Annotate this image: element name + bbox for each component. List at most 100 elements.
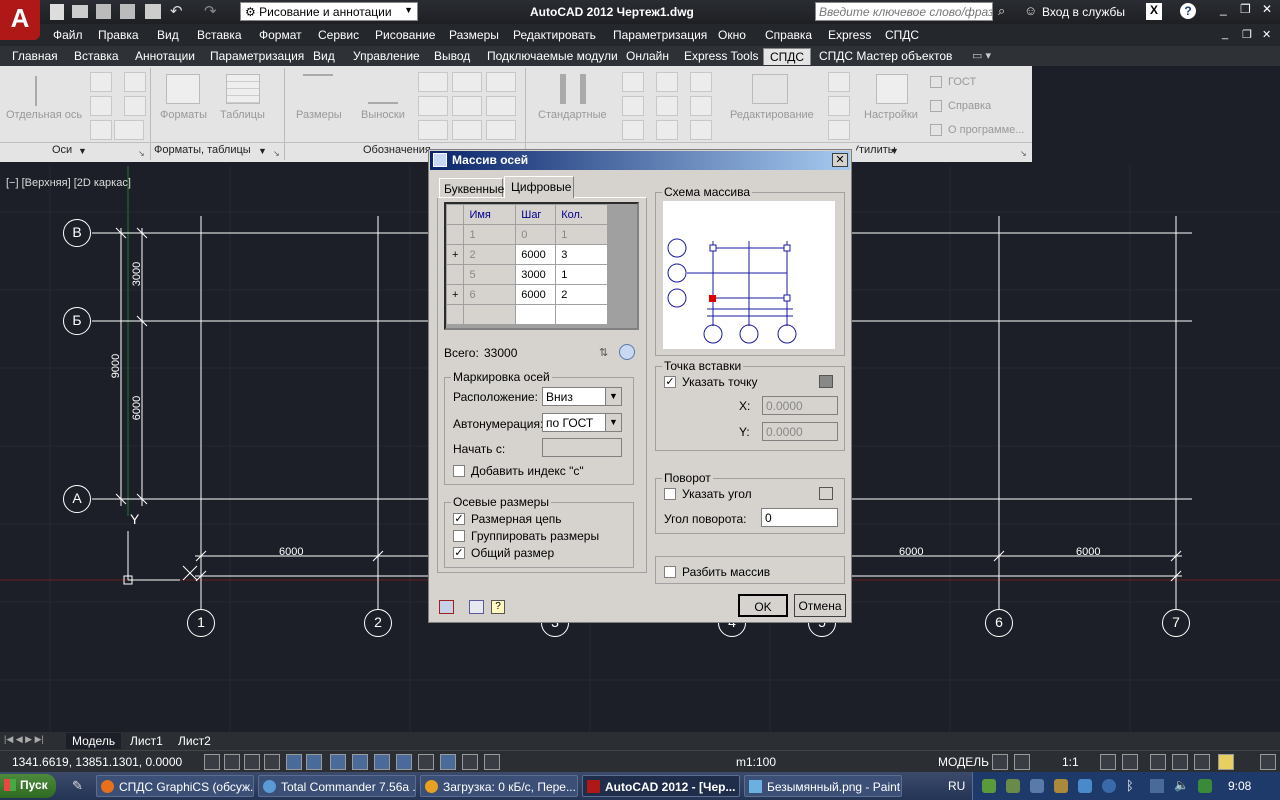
mark-icon-1[interactable]	[418, 72, 448, 92]
tables-button[interactable]: Таблицы	[220, 109, 265, 121]
cell-step[interactable]: 6000	[515, 284, 557, 305]
single-axis-icon[interactable]	[35, 76, 55, 106]
col-axis-bubble[interactable]: 2	[364, 609, 392, 637]
mark-icon-6[interactable]	[486, 96, 516, 116]
task-autocad[interactable]: AutoCAD 2012 - [Чер...	[582, 775, 740, 797]
settings-doc-icon[interactable]	[439, 600, 454, 614]
grid-icon[interactable]	[244, 754, 260, 770]
tab-parametric[interactable]: Параметризация	[204, 48, 310, 65]
mark-icon-4[interactable]	[418, 96, 448, 116]
lock-icon[interactable]	[1172, 754, 1188, 770]
volume-icon[interactable]: 🔈	[1174, 778, 1189, 792]
menu-edit[interactable]: Правка	[98, 28, 139, 42]
dim-text[interactable]: 6000	[1076, 546, 1100, 558]
std-icon-8[interactable]	[656, 120, 678, 140]
tab-output[interactable]: Вывод	[428, 48, 476, 65]
menu-spds[interactable]: СПДС	[885, 28, 919, 42]
col-axis-bubble[interactable]: 1	[187, 609, 215, 637]
add-index-checkbox[interactable]	[453, 465, 465, 477]
mark-icon-8[interactable]	[452, 120, 482, 140]
leaders-icon[interactable]	[368, 74, 398, 104]
isolate-icon[interactable]	[1218, 754, 1234, 770]
mark-icon-7[interactable]	[418, 120, 448, 140]
edit-icon-3[interactable]	[828, 120, 850, 140]
menu-draw[interactable]: Рисование	[375, 28, 435, 42]
std-icon-5[interactable]	[656, 96, 678, 116]
qp-icon[interactable]	[462, 754, 478, 770]
tab-insert[interactable]: Вставка	[68, 48, 125, 65]
position-select[interactable]: Вниз ▼	[542, 387, 622, 406]
tab-nav-first[interactable]: |◀ ◀ ▶ ▶|	[4, 734, 44, 745]
clock[interactable]: 9:08	[1228, 779, 1251, 793]
angle-input[interactable]: 0	[761, 508, 838, 527]
network-icon[interactable]	[1150, 779, 1164, 793]
row-axis-bubble[interactable]: Б	[63, 307, 91, 335]
tab-sheet1[interactable]: Лист1	[124, 733, 169, 749]
tab-sheet2[interactable]: Лист2	[172, 733, 217, 749]
axis-grid-icon[interactable]	[90, 72, 112, 92]
menu-service[interactable]: Сервис	[318, 28, 359, 42]
minimize-button[interactable]: _	[1220, 2, 1227, 16]
axis-array-icon[interactable]	[90, 120, 112, 140]
tab-plugins[interactable]: Подключаемые модули	[481, 48, 624, 65]
std-icon-4[interactable]	[622, 96, 644, 116]
user-icon[interactable]: ☺	[1024, 3, 1037, 18]
task-total-commander[interactable]: Total Commander 7.56a ...	[258, 775, 416, 797]
start-input[interactable]	[542, 438, 622, 457]
axis-mark-icon[interactable]	[124, 72, 146, 92]
menu-file[interactable]: Файл	[53, 28, 83, 42]
ok-button[interactable]: OK	[738, 594, 788, 617]
menu-dimensions[interactable]: Размеры	[449, 28, 499, 42]
tab-spds[interactable]: СПДС	[763, 48, 812, 65]
table-row[interactable]	[446, 304, 608, 325]
mark-icon-9[interactable]	[486, 120, 516, 140]
tab-express-tools[interactable]: Express Tools	[678, 48, 764, 65]
tray-icon-5[interactable]	[1078, 779, 1092, 793]
tab-manage[interactable]: Управление	[347, 48, 426, 65]
dim-text[interactable]: 6000	[279, 546, 303, 558]
col-axis-bubble[interactable]: 6	[985, 609, 1013, 637]
std-icon-1[interactable]	[622, 72, 644, 92]
save-as-icon[interactable]	[120, 4, 135, 19]
menu-modify[interactable]: Редактировать	[513, 28, 596, 42]
settings-button[interactable]: Настройки	[864, 109, 918, 121]
tab-online[interactable]: Онлайн	[620, 48, 675, 65]
settings-icon[interactable]	[876, 74, 908, 104]
vert-dim-text[interactable]: 6000	[131, 396, 143, 420]
mark-icon-2[interactable]	[452, 72, 482, 92]
vert-dim-text[interactable]: 9000	[110, 354, 122, 378]
tab-annotate[interactable]: Аннотации	[129, 48, 201, 65]
dyn-icon[interactable]	[396, 754, 412, 770]
quicklaunch-icon[interactable]: ✎	[72, 778, 83, 794]
tab-view[interactable]: Вид	[307, 48, 341, 65]
auto-scale-icon[interactable]	[1122, 754, 1138, 770]
model-space-toggle[interactable]: МОДЕЛЬ	[938, 755, 989, 769]
tray-icon-2[interactable]	[1006, 779, 1020, 793]
bluetooth-icon[interactable]: ᛒ	[1126, 778, 1134, 793]
axis-edit-icon[interactable]	[90, 96, 112, 116]
snap-icon[interactable]	[224, 754, 240, 770]
save-icon[interactable]	[96, 4, 111, 19]
row-expander[interactable]: +	[446, 244, 465, 265]
annotation-scale[interactable]: 1:1	[1062, 755, 1079, 769]
edit-icon[interactable]	[752, 74, 788, 104]
cell-step[interactable]: 6000	[515, 244, 557, 265]
chain-checkbox[interactable]: ✓	[453, 513, 465, 525]
row-axis-bubble[interactable]: А	[63, 485, 91, 513]
ducs-icon[interactable]	[374, 754, 390, 770]
cell-name[interactable]: 2	[463, 244, 517, 265]
maximize-button[interactable]: ❐	[1240, 2, 1251, 16]
standard-button[interactable]: Стандартные	[538, 109, 607, 121]
formats-icon[interactable]	[166, 74, 200, 104]
std-icon-7[interactable]	[622, 120, 644, 140]
edit-icon-1[interactable]	[828, 72, 850, 92]
ribbon-toggle-icon[interactable]: ▭ ▾	[972, 49, 991, 62]
specify-angle-checkbox[interactable]	[664, 488, 676, 500]
col-axis-bubble[interactable]: 7	[1162, 609, 1190, 637]
cell-count[interactable]	[555, 304, 608, 325]
leaders-button[interactable]: Выноски	[361, 109, 405, 121]
polar-icon[interactable]	[286, 754, 302, 770]
overall-checkbox[interactable]: ✓	[453, 547, 465, 559]
menu-parametric[interactable]: Параметризация	[613, 28, 707, 42]
print-icon[interactable]	[145, 4, 161, 19]
